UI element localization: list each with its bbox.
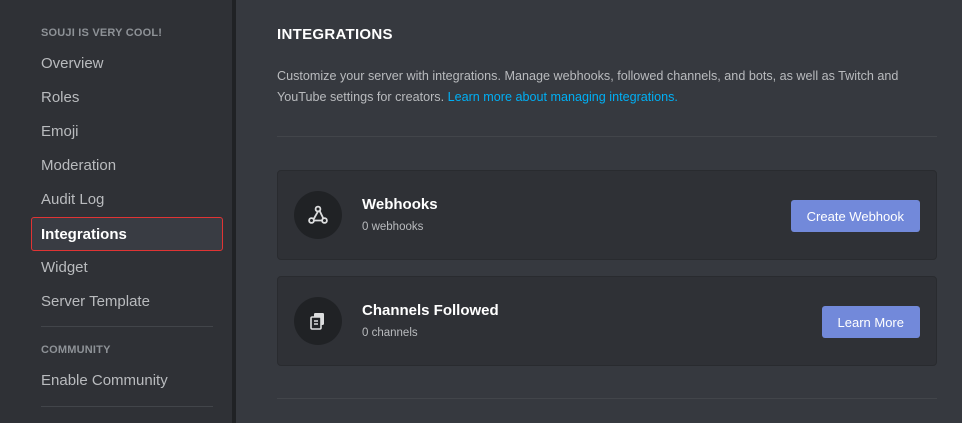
sidebar-item-audit-log[interactable]: Audit Log <box>31 182 223 216</box>
sidebar-item-enable-community[interactable]: Enable Community <box>31 363 223 397</box>
sidebar-item-overview[interactable]: Overview <box>31 46 223 80</box>
section-divider <box>277 136 937 137</box>
channels-followed-title: Channels Followed <box>362 302 499 319</box>
learn-more-link[interactable]: Learn more about managing integrations. <box>448 90 678 104</box>
community-header: COMMUNITY <box>41 344 111 356</box>
webhooks-title: Webhooks <box>362 196 438 213</box>
page-description: Customize your server with integrations.… <box>277 66 937 108</box>
integrations-panel: INTEGRATIONS Customize your server with … <box>236 0 962 423</box>
create-webhook-button[interactable]: Create Webhook <box>790 200 920 232</box>
section-divider <box>277 398 937 399</box>
webhooks-count: 0 webhooks <box>362 221 424 233</box>
channels-followed-count: 0 channels <box>362 327 418 339</box>
sidebar-item-emoji[interactable]: Emoji <box>31 114 223 148</box>
sidebar-item-roles[interactable]: Roles <box>31 80 223 114</box>
sidebar-item-moderation[interactable]: Moderation <box>31 148 223 182</box>
channels-followed-card: Channels Followed 0 channels Learn More <box>277 276 937 366</box>
sidebar-item-server-template[interactable]: Server Template <box>31 284 223 318</box>
sidebar-divider <box>41 406 213 407</box>
sidebar-item-widget[interactable]: Widget <box>31 250 223 284</box>
page-title: INTEGRATIONS <box>277 26 393 43</box>
learn-more-button[interactable]: Learn More <box>821 306 920 338</box>
server-name-header: SOUJI IS VERY COOL! <box>41 27 163 39</box>
webhooks-card: Webhooks 0 webhooks Create Webhook <box>277 170 937 260</box>
settings-sidebar: SOUJI IS VERY COOL! Overview Roles Emoji… <box>0 0 232 423</box>
sidebar-item-integrations[interactable]: Integrations <box>31 217 223 251</box>
sidebar-divider <box>41 326 213 327</box>
channels-followed-icon <box>294 297 342 345</box>
webhook-icon <box>294 191 342 239</box>
